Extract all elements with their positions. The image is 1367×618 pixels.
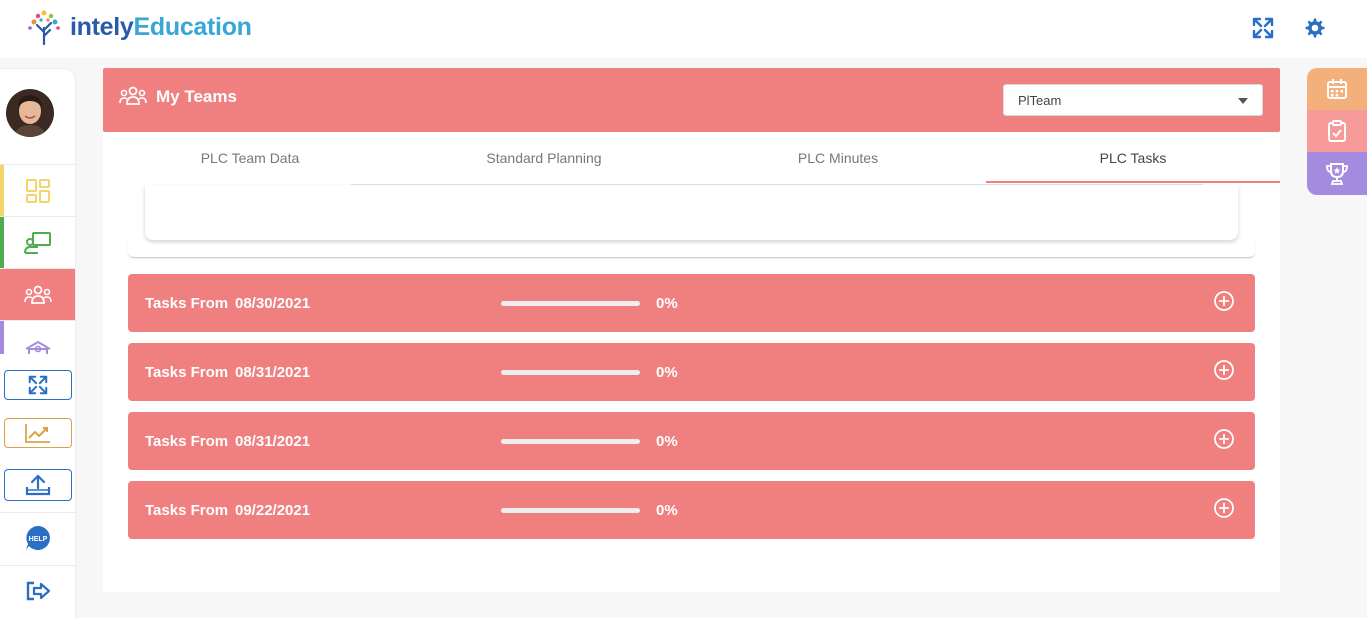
page-title: My Teams [156,87,237,106]
right-quick-panel [1307,68,1367,195]
expand-arrows-icon [1252,17,1274,39]
task-group-date: 08/30/2021 [235,295,311,312]
task-group-label: Tasks From [145,364,229,381]
user-photo [6,89,54,137]
checklist-button[interactable] [1307,110,1367,152]
plus-circle-icon[interactable] [1213,497,1235,519]
plus-circle-icon[interactable] [1213,428,1235,450]
task-group-row[interactable]: Tasks From 09/22/2021 0% [128,481,1255,539]
task-progress-percent: 0% [656,433,678,450]
task-progress-percent: 0% [656,295,678,312]
logout-button[interactable] [0,565,75,615]
team-select[interactable]: PlTeam [1003,84,1263,116]
tab-standard-planning[interactable]: Standard Planning [397,132,691,183]
logout-icon [26,581,50,600]
task-group-label: Tasks From [145,433,229,450]
people-icon [119,86,147,105]
task-group-row[interactable]: Tasks From 08/31/2021 0% [128,343,1255,401]
logo-suffix: Education [133,12,252,41]
task-progress-percent: 0% [656,502,678,519]
logo-prefix: intely [70,12,134,41]
task-group-row[interactable]: Tasks From 08/30/2021 0% [128,274,1255,332]
sidebar-item-teams[interactable] [0,268,75,320]
task-group-row[interactable]: Tasks From 08/31/2021 0% [128,412,1255,470]
teacher-board-icon [23,231,51,254]
tree-logo-icon [28,10,60,46]
school-icon [24,340,51,354]
calendar-button[interactable] [1307,68,1367,110]
task-progress-percent: 0% [656,364,678,381]
sidebar-item-indicator [0,165,4,216]
sidebar-item-indicator [0,217,4,268]
task-group-date: 09/22/2021 [235,502,311,519]
sidebar-item-school[interactable] [0,320,75,354]
plus-circle-icon[interactable] [1213,359,1235,381]
content-card-border [128,240,1255,258]
task-group-label: Tasks From [145,502,229,519]
team-select-value: PlTeam [1018,93,1062,108]
help-button[interactable]: HELP [0,513,75,563]
trend-chart-icon [25,424,50,443]
tab-plc-tasks[interactable]: PLC Tasks [986,132,1280,183]
sidebar-item-dashboard[interactable] [0,164,75,216]
people-icon [23,285,52,304]
sidebar-upload-button[interactable] [4,469,72,501]
task-progress-bar [501,301,640,306]
tab-plc-team-data[interactable]: PLC Team Data [103,132,397,183]
sidebar-item-teacher[interactable] [0,216,75,268]
upload-icon [25,474,51,496]
help-bubble-icon: HELP [25,526,50,550]
task-group-label: Tasks From [145,295,229,312]
top-header: intelyEducation [0,0,1367,58]
task-group-date: 08/31/2021 [235,433,311,450]
grid-icon [25,178,50,203]
caret-down-icon [1238,98,1248,104]
settings-button[interactable] [1303,16,1329,42]
content-card [145,185,1238,240]
expand-arrows-icon [28,375,48,395]
calendar-icon [1327,79,1347,99]
trophy-icon [1326,162,1348,185]
task-progress-bar [501,508,640,513]
app-logo[interactable]: intelyEducation [24,8,252,46]
task-progress-bar [501,370,640,375]
fullscreen-button[interactable] [1251,16,1277,42]
tab-plc-minutes[interactable]: PLC Minutes [691,132,985,183]
tab-bar: PLC Team Data Standard Planning PLC Minu… [103,132,1280,184]
plus-circle-icon[interactable] [1213,290,1235,312]
logo-text: intelyEducation [70,13,252,42]
gear-icon [1305,18,1325,38]
avatar[interactable] [6,89,54,137]
clipboard-check-icon [1328,120,1346,142]
help-label: HELP [28,536,47,543]
trophy-button[interactable] [1307,152,1367,195]
sidebar-item-indicator [0,321,4,354]
task-group-date: 08/31/2021 [235,364,311,381]
left-sidebar: HELP [0,68,76,618]
main-panel: My Teams PlTeam PLC Team Data Standard P… [103,68,1280,592]
task-progress-bar [501,439,640,444]
sidebar-analytics-button[interactable] [4,418,72,448]
teams-header: My Teams PlTeam [103,68,1280,132]
sidebar-expand-button[interactable] [4,370,72,400]
